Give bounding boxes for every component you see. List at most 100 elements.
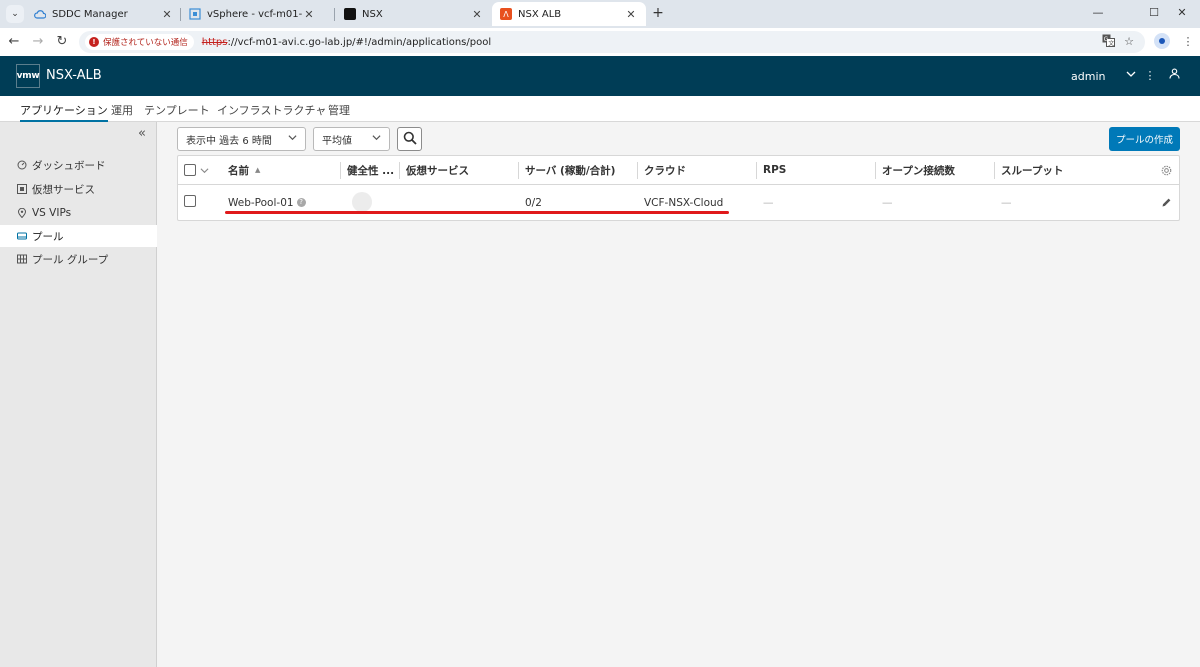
tab-administration[interactable]: 管理 — [328, 102, 350, 122]
tab-infrastructure[interactable]: インフラストラクチャ — [217, 102, 326, 122]
row-checkbox[interactable] — [184, 195, 196, 207]
column-separator — [875, 162, 876, 179]
tab-title: NSX — [362, 8, 383, 20]
throughput-cell: — — [1001, 196, 1012, 209]
aggregation-value: 平均値 — [322, 135, 352, 147]
warning-icon: ! — [89, 37, 99, 47]
dashboard-icon — [17, 160, 27, 170]
cloud-cell: VCF-NSX-Cloud — [644, 196, 724, 209]
sidebar-item-vs-vips[interactable]: VS VIPs — [0, 202, 157, 224]
forward-icon[interactable]: → — [30, 33, 46, 51]
column-separator — [399, 162, 400, 179]
tab-search-dropdown-icon[interactable]: ⌄ — [6, 5, 24, 23]
select-options-chevron-icon[interactable] — [200, 156, 209, 184]
url-scheme: https — [201, 36, 228, 48]
new-tab-icon[interactable]: + — [651, 4, 665, 22]
column-separator — [518, 162, 519, 179]
sidebar-item-label: ダッシュボード — [32, 159, 106, 172]
help-icon[interactable]: ? — [296, 198, 306, 207]
tab-title: vSphere - vcf-m01-fd-avi-se - S — [207, 8, 302, 20]
user-icon[interactable] — [1166, 67, 1182, 85]
annotation-underline — [225, 211, 729, 214]
browser-tab-vsphere[interactable]: vSphere - vcf-m01-fd-avi-se - S ✕ — [181, 2, 324, 26]
tab-templates[interactable]: テンプレート — [144, 102, 210, 122]
location-pin-icon — [17, 208, 27, 218]
select-all-checkbox[interactable] — [184, 164, 196, 176]
translate-icon[interactable]: 文G — [1100, 34, 1116, 50]
time-range-value: 表示中 過去 6 時間 — [186, 135, 272, 147]
column-separator — [637, 162, 638, 179]
bookmark-star-icon[interactable]: ☆ — [1121, 34, 1137, 50]
column-header-throughput[interactable]: スループット — [1001, 156, 1063, 184]
app-header: vmw NSX-ALB admin ⋮ — [0, 56, 1200, 96]
browser-tab-nsx-alb[interactable]: Λ NSX ALB ✕ — [492, 2, 646, 26]
column-header-name[interactable]: 名前 ▲ — [228, 156, 260, 184]
create-pool-button[interactable]: プールの作成 — [1109, 127, 1180, 151]
minimize-icon[interactable]: — — [1090, 4, 1106, 22]
column-separator — [756, 162, 757, 179]
app-title: NSX-ALB — [46, 68, 102, 83]
tab-separator — [334, 8, 335, 21]
url-field[interactable]: ! 保護されていない通信 https://vcf-m01-avi.c.go-la… — [79, 31, 1145, 53]
cloud-icon — [34, 8, 46, 20]
reload-icon[interactable]: ↻ — [54, 33, 70, 51]
security-warning-chip[interactable]: ! 保護されていない通信 — [85, 34, 194, 50]
column-header-servers[interactable]: サーバ (稼動/合計) — [525, 156, 615, 184]
sort-ascending-icon: ▲ — [255, 166, 261, 174]
vmware-logo: vmw — [16, 64, 40, 88]
pool-group-icon — [17, 254, 27, 264]
column-separator — [994, 162, 995, 179]
tab-operations[interactable]: 運用 — [111, 102, 133, 122]
tab-applications[interactable]: アプリケーション — [20, 102, 108, 122]
nsx-icon — [344, 8, 356, 20]
sidebar-item-label: VS VIPs — [32, 207, 72, 219]
browser-tab-nsx[interactable]: NSX ✕ — [336, 2, 492, 26]
column-header-cloud[interactable]: クラウド — [644, 156, 686, 184]
column-header-virtual-service[interactable]: 仮想サービス — [406, 156, 469, 184]
sidebar-item-pool-groups[interactable]: プール グループ — [0, 248, 157, 270]
search-button[interactable] — [397, 127, 422, 151]
column-settings-gear-icon[interactable] — [1161, 156, 1172, 184]
tab-title: SDDC Manager — [52, 8, 128, 20]
browser-address-bar: ← → ↻ ! 保護されていない通信 https://vcf-m01-avi.c… — [0, 28, 1200, 56]
browser-menu-icon[interactable]: ⋮ — [1180, 34, 1196, 50]
pool-icon — [17, 231, 27, 241]
health-score-indicator[interactable] — [352, 192, 372, 212]
back-icon[interactable]: ← — [6, 33, 22, 51]
sidebar-item-pools[interactable]: プール — [0, 225, 157, 247]
chevron-down-icon — [288, 133, 297, 145]
sidebar-item-dashboard[interactable]: ダッシュボード — [0, 154, 157, 176]
more-vertical-icon[interactable]: ⋮ — [1142, 67, 1158, 85]
sidebar-item-virtual-services[interactable]: 仮想サービス — [0, 178, 157, 200]
column-label: 名前 — [228, 164, 249, 177]
virtual-service-icon — [17, 184, 27, 194]
close-window-icon[interactable]: ✕ — [1174, 4, 1190, 22]
time-range-select[interactable]: 表示中 過去 6 時間 — [177, 127, 306, 151]
profile-avatar-icon[interactable] — [1154, 33, 1170, 49]
search-icon — [403, 131, 417, 148]
svg-text:G: G — [1103, 36, 1108, 43]
main-nav-tabs: アプリケーション 運用 テンプレート インフラストラクチャ 管理 — [0, 96, 1200, 122]
column-header-health[interactable]: 健全性 ... — [347, 156, 394, 184]
close-tab-icon[interactable]: ✕ — [160, 8, 174, 21]
sidebar-item-label: プール グループ — [32, 253, 109, 266]
aggregation-select[interactable]: 平均値 — [313, 127, 390, 151]
svg-text:文: 文 — [1108, 39, 1114, 47]
maximize-icon[interactable]: ☐ — [1146, 4, 1162, 22]
table-header: 名前 ▲ 健全性 ... 仮想サービス サーバ (稼動/合計) クラウド RPS… — [178, 156, 1179, 185]
open-connections-cell: — — [882, 196, 893, 209]
browser-tab-sddc-manager[interactable]: SDDC Manager ✕ — [26, 2, 182, 26]
browser-tab-bar: ⌄ SDDC Manager ✕ vSphere - vcf-m01-fd-av… — [0, 0, 1200, 28]
column-header-open-connections[interactable]: オープン接続数 — [882, 156, 955, 184]
chevron-down-icon[interactable] — [1123, 67, 1139, 85]
close-tab-icon[interactable]: ✕ — [470, 8, 484, 21]
user-menu-label[interactable]: admin — [1071, 70, 1105, 83]
column-header-rps[interactable]: RPS — [763, 156, 786, 184]
pool-name-link[interactable]: Web-Pool-01 ? — [228, 185, 306, 220]
sidebar-item-label: プール — [32, 230, 64, 243]
edit-pencil-icon[interactable] — [1161, 185, 1172, 220]
close-tab-icon[interactable]: ✕ — [302, 8, 316, 21]
collapse-sidebar-icon[interactable]: « — [138, 126, 146, 141]
close-tab-icon[interactable]: ✕ — [624, 8, 638, 21]
servers-cell: 0/2 — [525, 196, 542, 209]
